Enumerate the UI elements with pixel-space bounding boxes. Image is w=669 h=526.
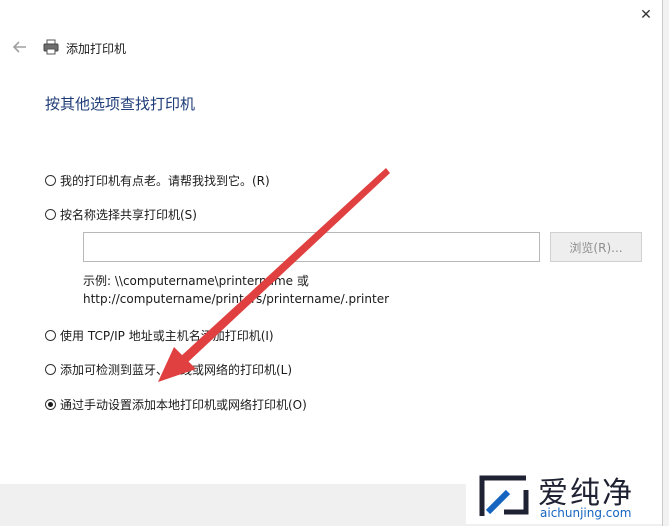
option-label: 添加可检测到蓝牙、无线或网络的打印机(L) — [60, 363, 293, 377]
option-printer-old[interactable]: 我的打印机有点老。请帮我找到它。(R) — [45, 172, 270, 189]
back-arrow-icon[interactable] — [10, 37, 30, 57]
option-label: 使用 TCP/IP 地址或主机名添加打印机(I) — [60, 329, 274, 343]
example-text: 示例: \\computername\printername 或 http://… — [83, 272, 389, 308]
add-printer-dialog: ✕ 添加打印机 按其他选项查找打印机 我的打印机有点老。请帮我找到它。(R) 按… — [0, 0, 663, 526]
radio-button[interactable] — [45, 330, 56, 341]
close-button[interactable]: ✕ — [632, 2, 660, 28]
close-icon: ✕ — [640, 7, 652, 23]
watermark: 爱纯净 aichunjing.com — [466, 466, 662, 524]
option-manual-local-printer[interactable]: 通过手动设置添加本地打印机或网络打印机(O) — [45, 396, 307, 413]
example-line-2: http://computername/printers/printername… — [83, 292, 390, 306]
page-title: 按其他选项查找打印机 — [45, 95, 196, 113]
radio-button-selected[interactable] — [45, 399, 56, 410]
option-label: 按名称选择共享打印机(S) — [60, 208, 197, 222]
option-label: 我的打印机有点老。请帮我找到它。(R) — [60, 174, 270, 188]
radio-button[interactable] — [45, 364, 56, 375]
dialog-header-title: 添加打印机 — [66, 42, 127, 56]
option-tcpip-address[interactable]: 使用 TCP/IP 地址或主机名添加打印机(I) — [45, 327, 274, 344]
radio-button[interactable] — [45, 175, 56, 186]
brand-url: aichunjing.com — [540, 506, 632, 520]
radio-button[interactable] — [45, 209, 56, 220]
browse-button[interactable]: 浏览(R)... — [550, 232, 642, 262]
brand-logo-icon — [479, 475, 529, 516]
printer-icon — [43, 39, 59, 55]
window-edge — [663, 0, 669, 526]
option-label: 通过手动设置添加本地打印机或网络打印机(O) — [60, 398, 307, 412]
option-shared-printer-by-name[interactable]: 按名称选择共享打印机(S) — [45, 206, 197, 223]
example-line-1: 示例: \\computername\printername 或 — [83, 274, 309, 288]
option-bluetooth-wireless-network[interactable]: 添加可检测到蓝牙、无线或网络的打印机(L) — [45, 361, 292, 378]
shared-printer-name-input[interactable] — [83, 232, 540, 262]
